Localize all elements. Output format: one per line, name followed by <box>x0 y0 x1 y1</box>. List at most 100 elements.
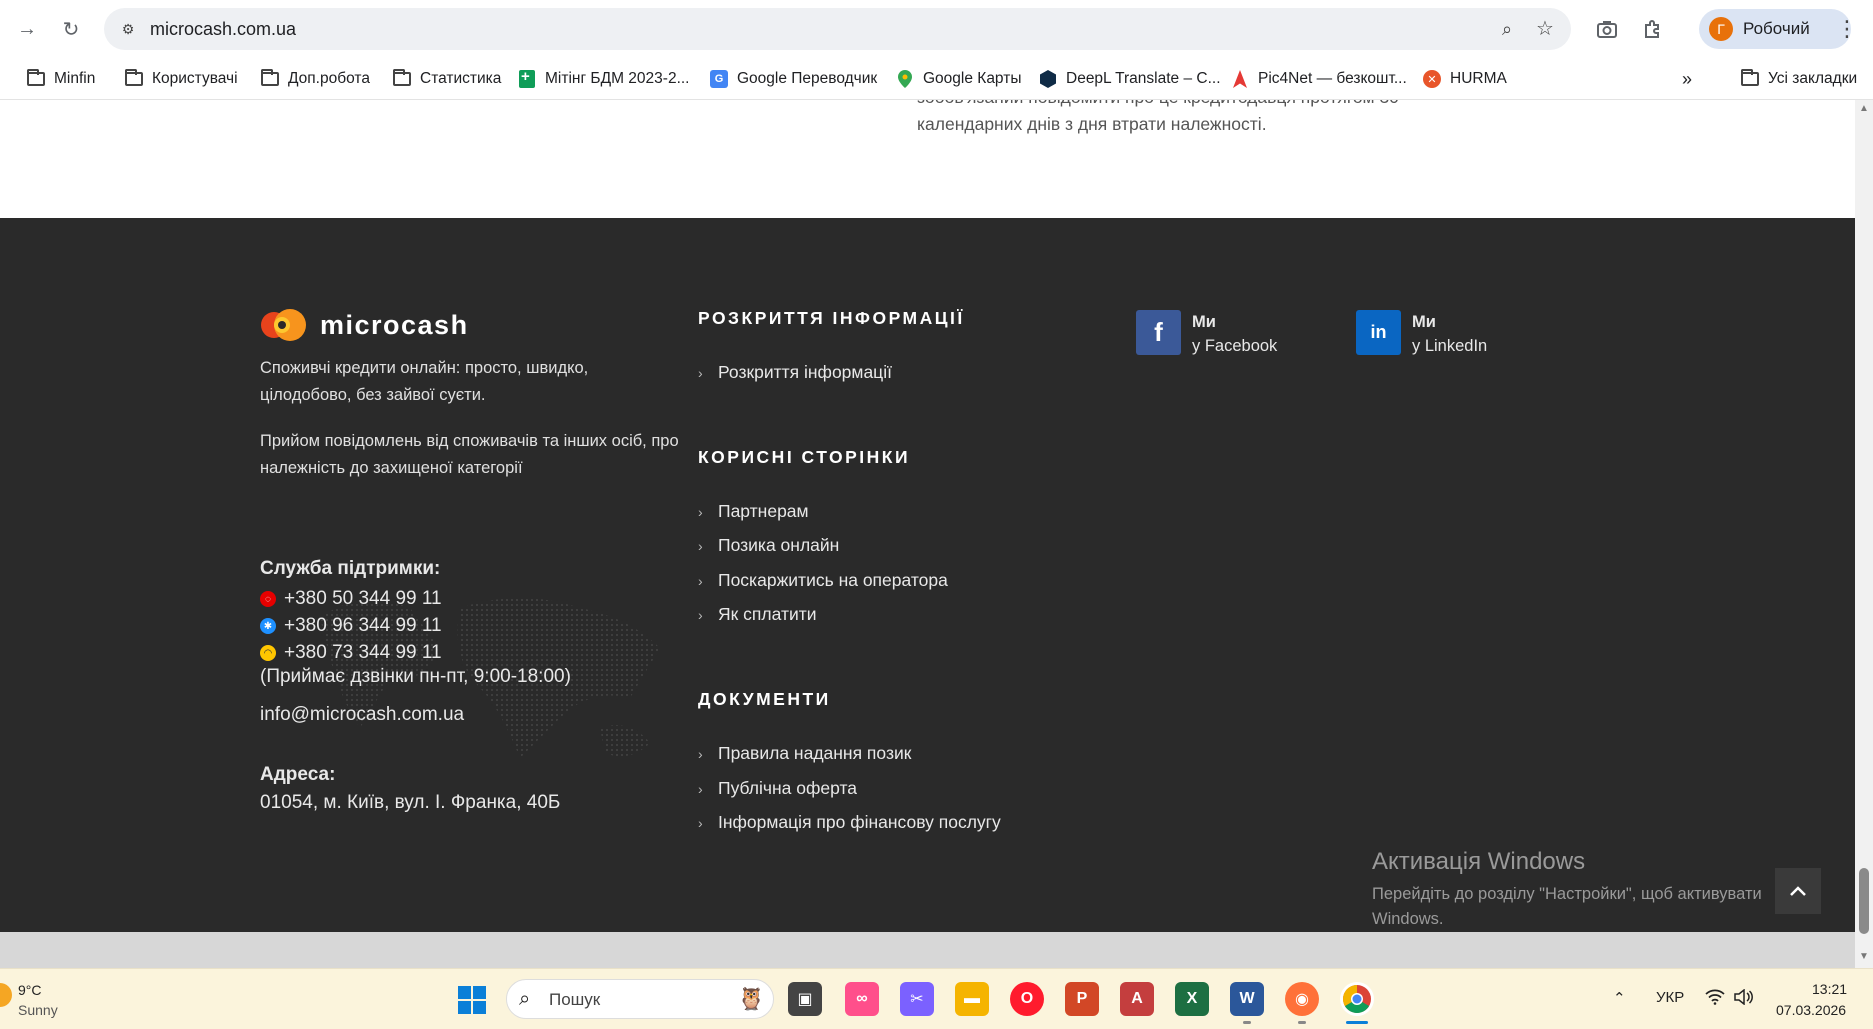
social-label-top: Ми <box>1412 313 1436 331</box>
bookmark-label: Усі закладки <box>1768 70 1858 87</box>
back-to-top-button[interactable] <box>1775 868 1821 914</box>
menu-icon[interactable]: ⋮ <box>1835 14 1859 44</box>
bookmark-pic4net[interactable]: Pic4Net — безкошт... <box>1230 66 1407 92</box>
weather-sun-icon[interactable] <box>0 983 12 1007</box>
page-scrollbar[interactable]: ▲ ▼ <box>1855 100 1873 968</box>
link-complain[interactable]: › Поскаржитись на оператора <box>698 570 948 591</box>
zoom-icon[interactable]: ⌕ <box>1495 17 1519 41</box>
camera-icon[interactable] <box>1592 14 1622 44</box>
weather-temperature[interactable]: 9°C <box>18 982 42 998</box>
link-how-to-pay[interactable]: › Як сплатити <box>698 604 817 625</box>
phone-kyivstar[interactable]: ✱ +380 96 344 99 11 <box>260 615 442 637</box>
pdf-viewer-icon[interactable]: A <box>1120 982 1154 1016</box>
bookmark-minfin[interactable]: Minfin <box>26 66 95 92</box>
wifi-icon[interactable] <box>1705 989 1725 1009</box>
bookmark-label: Статистика <box>420 70 502 87</box>
word-icon[interactable]: W <box>1230 982 1264 1016</box>
bookmark-google-translate[interactable]: G Google Переводчик <box>709 66 877 92</box>
chevron-right-icon: › <box>698 606 703 623</box>
link-loan-rules[interactable]: › Правила надання позик <box>698 743 911 764</box>
support-hours: (Приймає дзвінки пн-пт, 9:00-18:00) <box>260 666 571 687</box>
support-title: Служба підтримки: <box>260 558 441 579</box>
address-bar[interactable]: ⚙ microcash.com.ua ⌕ ☆ <box>104 8 1571 50</box>
profile-button[interactable]: Г Робочий <box>1699 9 1851 49</box>
logo-wordmark: microcash <box>320 309 469 340</box>
social-facebook[interactable]: f Ми у Facebook <box>1136 310 1277 358</box>
chevron-up-icon[interactable]: ⌃ <box>1613 989 1626 1007</box>
clock-date[interactable]: 07.03.2026 <box>1776 1002 1846 1018</box>
support-email[interactable]: info@microcash.com.ua <box>260 704 464 726</box>
scroll-down-icon[interactable]: ▼ <box>1859 952 1869 962</box>
forward-icon[interactable]: → <box>12 14 42 44</box>
logo-mark-icon <box>261 309 306 341</box>
scrollbar-thumb[interactable] <box>1859 868 1869 934</box>
opera-icon[interactable]: O <box>1010 982 1044 1016</box>
link-label: Поскаржитись на оператора <box>718 570 948 590</box>
kyivstar-icon: ✱ <box>260 618 276 634</box>
bookmark-label: Google Переводчик <box>737 70 878 87</box>
more-bookmarks-icon[interactable]: » <box>1682 66 1692 92</box>
all-bookmarks[interactable]: Усі закладки <box>1740 66 1857 92</box>
reload-icon[interactable]: ↻ <box>56 14 86 44</box>
site-info-icon[interactable]: ⚙ <box>118 19 138 39</box>
task-view-icon[interactable]: ▣ <box>788 982 822 1016</box>
folder-icon <box>124 69 144 89</box>
taskbar-search[interactable]: ⌕ Пошук 🦉 <box>506 979 774 1019</box>
search-highlight-icon: 🦉 <box>737 986 765 1011</box>
bookmark-users[interactable]: Користувачі <box>124 66 238 92</box>
deepl-icon <box>1038 69 1058 89</box>
phone-lifecell[interactable]: ◠ +380 73 344 99 11 <box>260 642 442 664</box>
bookmark-statistics[interactable]: Статистика <box>392 66 501 92</box>
windows-start-icon[interactable] <box>458 986 486 1014</box>
snipping-tool-icon[interactable]: ✂ <box>900 982 934 1016</box>
address-text: 01054, м. Київ, вул. І. Франка, 40Б <box>260 792 561 813</box>
social-label-top: Ми <box>1192 313 1216 331</box>
microcash-logo[interactable]: microcash <box>260 305 469 345</box>
creative-cloud-icon[interactable]: ∞ <box>845 982 879 1016</box>
facebook-icon: f <box>1136 310 1181 355</box>
bookmark-star-icon[interactable]: ☆ <box>1533 16 1557 40</box>
phone-number: +380 50 344 99 11 <box>284 588 442 609</box>
link-partners[interactable]: › Партнерам <box>698 501 809 522</box>
phone-vodafone[interactable]: ◌ +380 50 344 99 11 <box>260 588 442 610</box>
text-line: календарних днів з дня втрати належності… <box>917 114 1267 134</box>
link-public-offer[interactable]: › Публічна оферта <box>698 778 857 799</box>
powerpoint-icon[interactable]: P <box>1065 982 1099 1016</box>
link-financial-service-info[interactable]: › Інформація про фінансову послугу <box>698 812 1001 833</box>
footer-bottom-strip <box>0 932 1855 968</box>
link-loan-online[interactable]: › Позика онлайн <box>698 535 839 556</box>
address-title: Адреса: <box>260 764 336 785</box>
url-text[interactable]: microcash.com.ua <box>150 19 296 40</box>
volume-icon[interactable] <box>1733 988 1753 1009</box>
clock-time[interactable]: 13:21 <box>1812 981 1847 997</box>
link-label: Інформація про фінансову послугу <box>718 812 1001 832</box>
previous-section-text: зобов'язаний повідомити про це кредитода… <box>917 100 1477 138</box>
bookmark-deepl[interactable]: DeepL Translate – С... <box>1038 66 1221 92</box>
file-explorer-icon[interactable]: ▬ <box>955 982 989 1016</box>
extensions-icon[interactable] <box>1638 14 1668 44</box>
bookmark-google-maps[interactable]: Google Карты <box>895 66 1021 92</box>
weather-description[interactable]: Sunny <box>18 1002 58 1018</box>
chevron-up-icon <box>1790 886 1806 896</box>
bookmark-label: Google Карты <box>923 70 1022 87</box>
chevron-right-icon: › <box>698 537 703 554</box>
protected-category-notice[interactable]: Прийом повідомлень від споживачів та інш… <box>260 428 680 482</box>
social-linkedin[interactable]: in Ми у LinkedIn <box>1356 310 1487 358</box>
bookmark-meeting[interactable]: Мітінг БДМ 2023-2... <box>517 66 690 92</box>
search-icon: ⌕ <box>519 988 531 1010</box>
bookmark-extra-work[interactable]: Доп.робота <box>260 66 370 92</box>
section-title-disclosure: РОЗКРИТТЯ ІНФОРМАЦІЇ <box>698 308 965 328</box>
chevron-right-icon: › <box>698 814 703 831</box>
windows-activation-watermark: Активація Windows Перейдіть до розділу "… <box>1372 848 1762 932</box>
bookmark-hurma[interactable]: ✕ HURMA <box>1422 66 1507 92</box>
excel-icon[interactable]: X <box>1175 982 1209 1016</box>
link-disclosure[interactable]: › Розкриття інформації <box>698 362 892 383</box>
chrome-icon[interactable] <box>1340 982 1374 1016</box>
firefox-icon[interactable]: ◉ <box>1285 982 1319 1016</box>
lifecell-icon: ◠ <box>260 645 276 661</box>
folder-icon <box>1740 69 1760 89</box>
keyboard-language[interactable]: УКР <box>1656 989 1684 1006</box>
phone-number: +380 73 344 99 11 <box>284 642 442 663</box>
scroll-up-icon[interactable]: ▲ <box>1859 104 1869 114</box>
activation-line: Windows. <box>1372 910 1444 928</box>
